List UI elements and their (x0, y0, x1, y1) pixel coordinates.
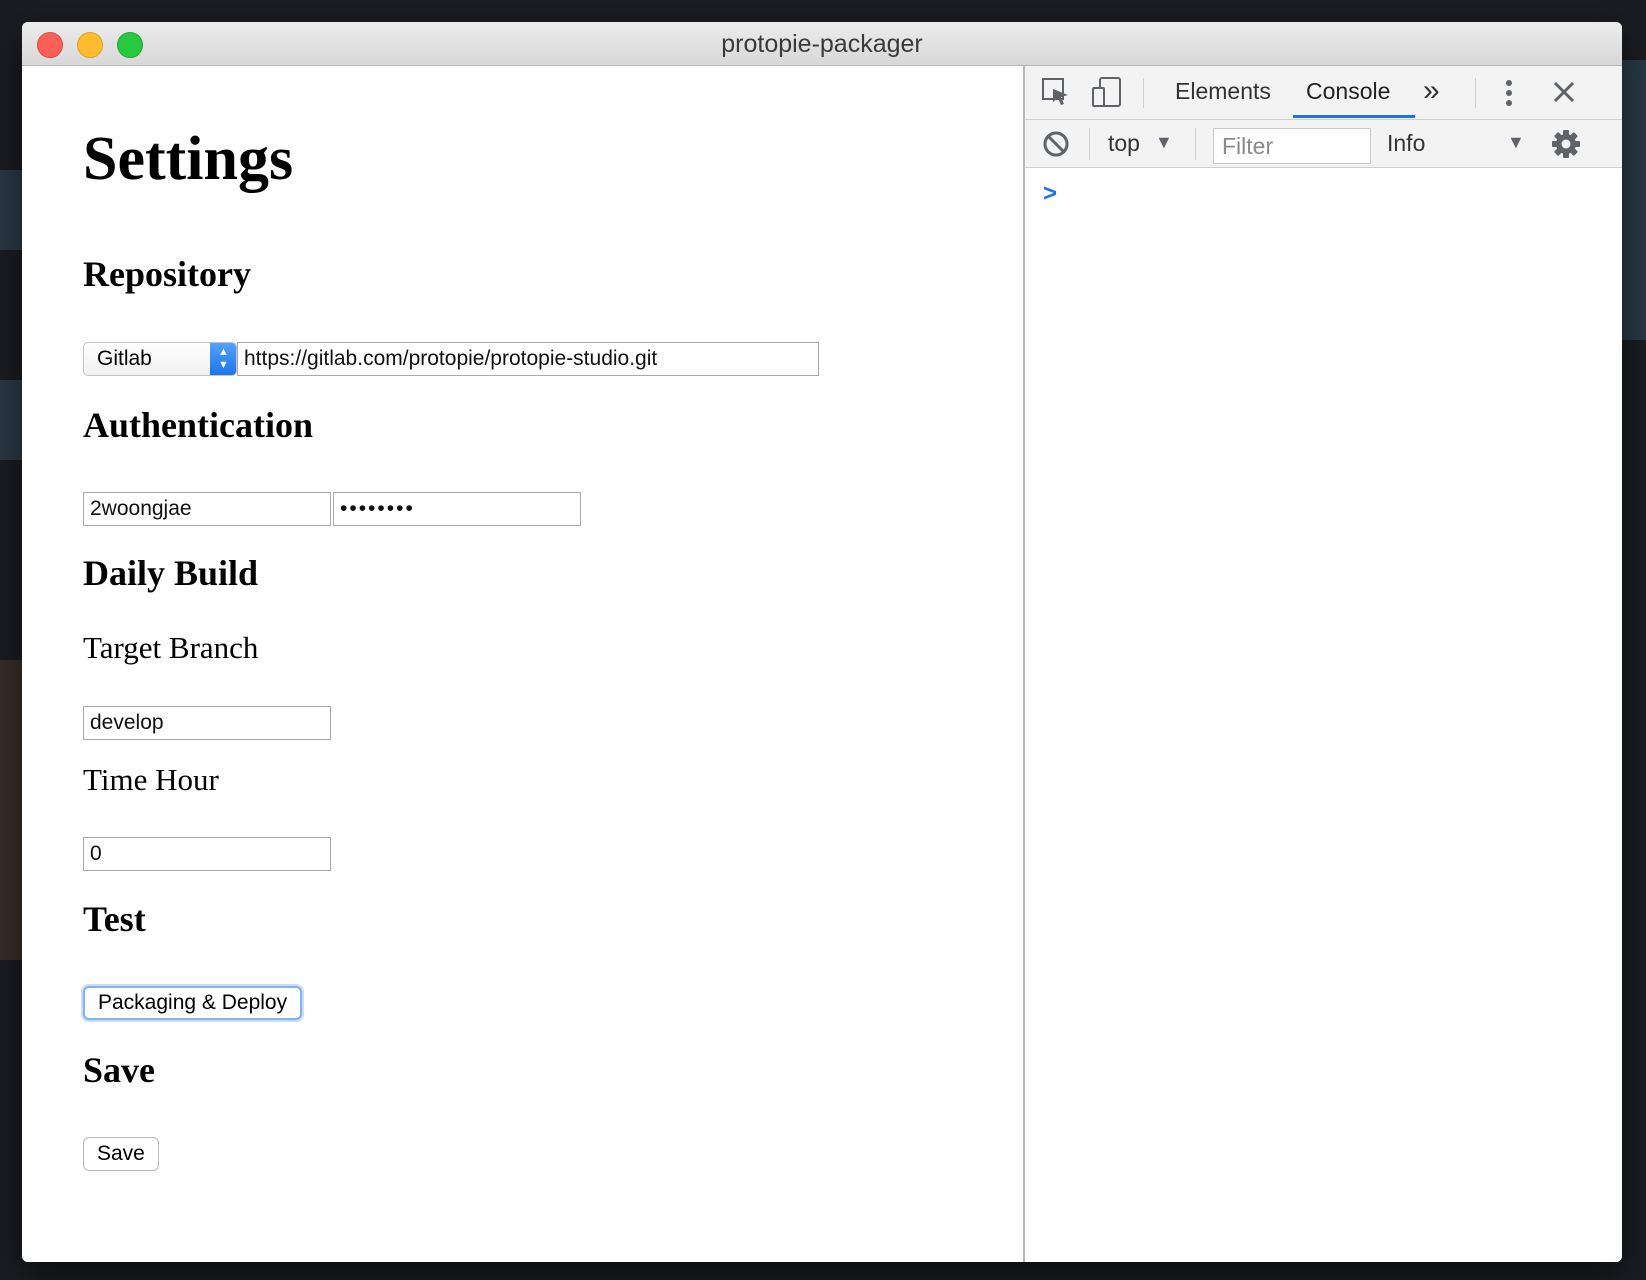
devtools-panel: Elements Console » top ▼ Filter Info ▼ > (1023, 66, 1622, 1262)
settings-page: Settings Repository Gitlab ▲ ▼ https://gi… (22, 66, 1022, 1262)
time-hour-label: Time Hour (83, 762, 219, 797)
inspect-element-icon[interactable] (1041, 77, 1071, 107)
target-branch-label: Target Branch (83, 630, 259, 665)
active-tab-indicator (1293, 115, 1415, 118)
test-heading: Test (83, 899, 146, 939)
console-prompt-icon[interactable]: > (1043, 180, 1057, 208)
authentication-heading: Authentication (83, 405, 314, 445)
context-select[interactable]: top (1108, 130, 1140, 157)
provider-select-value: Gitlab (97, 347, 152, 370)
provider-select[interactable]: Gitlab ▲ ▼ (83, 342, 237, 376)
desktop-background (0, 170, 22, 250)
save-heading: Save (83, 1050, 155, 1090)
time-hour-input[interactable]: 0 (83, 837, 331, 871)
log-level-dropdown-icon[interactable]: ▼ (1507, 132, 1525, 153)
devtools-tabbar: Elements Console » (1025, 66, 1622, 120)
log-level-select[interactable]: Info (1387, 130, 1425, 157)
close-devtools-icon[interactable] (1552, 80, 1576, 104)
select-stepper-icon: ▲ ▼ (210, 343, 236, 375)
toolbar-divider (1475, 78, 1476, 108)
password-input[interactable]: •••••••• (333, 492, 581, 526)
clear-console-icon[interactable] (1042, 130, 1070, 158)
kebab-menu-icon[interactable] (1503, 78, 1515, 108)
desktop-background (1622, 60, 1646, 340)
console-filter-input[interactable]: Filter (1213, 128, 1371, 164)
save-button[interactable]: Save (83, 1137, 159, 1171)
daily-build-heading: Daily Build (83, 553, 259, 593)
packaging-deploy-button[interactable]: Packaging & Deploy (83, 986, 303, 1020)
tab-elements[interactable]: Elements (1175, 78, 1271, 105)
username-input[interactable]: 2woongjae (83, 492, 331, 526)
tab-console[interactable]: Console (1306, 78, 1390, 105)
target-branch-input[interactable]: develop (83, 706, 331, 740)
toolbar-divider (1195, 128, 1196, 160)
desktop-background (0, 660, 22, 960)
toolbar-divider (1089, 128, 1090, 160)
window-title: protopie-packager (721, 30, 923, 58)
repository-url-input[interactable]: https://gitlab.com/protopie/protopie-stu… (237, 342, 819, 376)
console-toolbar: top ▼ Filter Info ▼ (1025, 120, 1622, 168)
desktop-background (0, 380, 22, 460)
page-title: Settings (83, 125, 294, 193)
context-dropdown-icon[interactable]: ▼ (1155, 132, 1173, 153)
more-tabs-icon[interactable]: » (1423, 74, 1440, 108)
toolbar-divider (1143, 78, 1144, 108)
device-toolbar-icon[interactable] (1091, 76, 1123, 108)
console-settings-gear-icon[interactable] (1551, 129, 1581, 159)
title-bar: protopie-packager (22, 22, 1622, 66)
repository-heading: Repository (83, 254, 251, 294)
app-window: protopie-packager Settings Repository Gi… (22, 22, 1622, 1262)
